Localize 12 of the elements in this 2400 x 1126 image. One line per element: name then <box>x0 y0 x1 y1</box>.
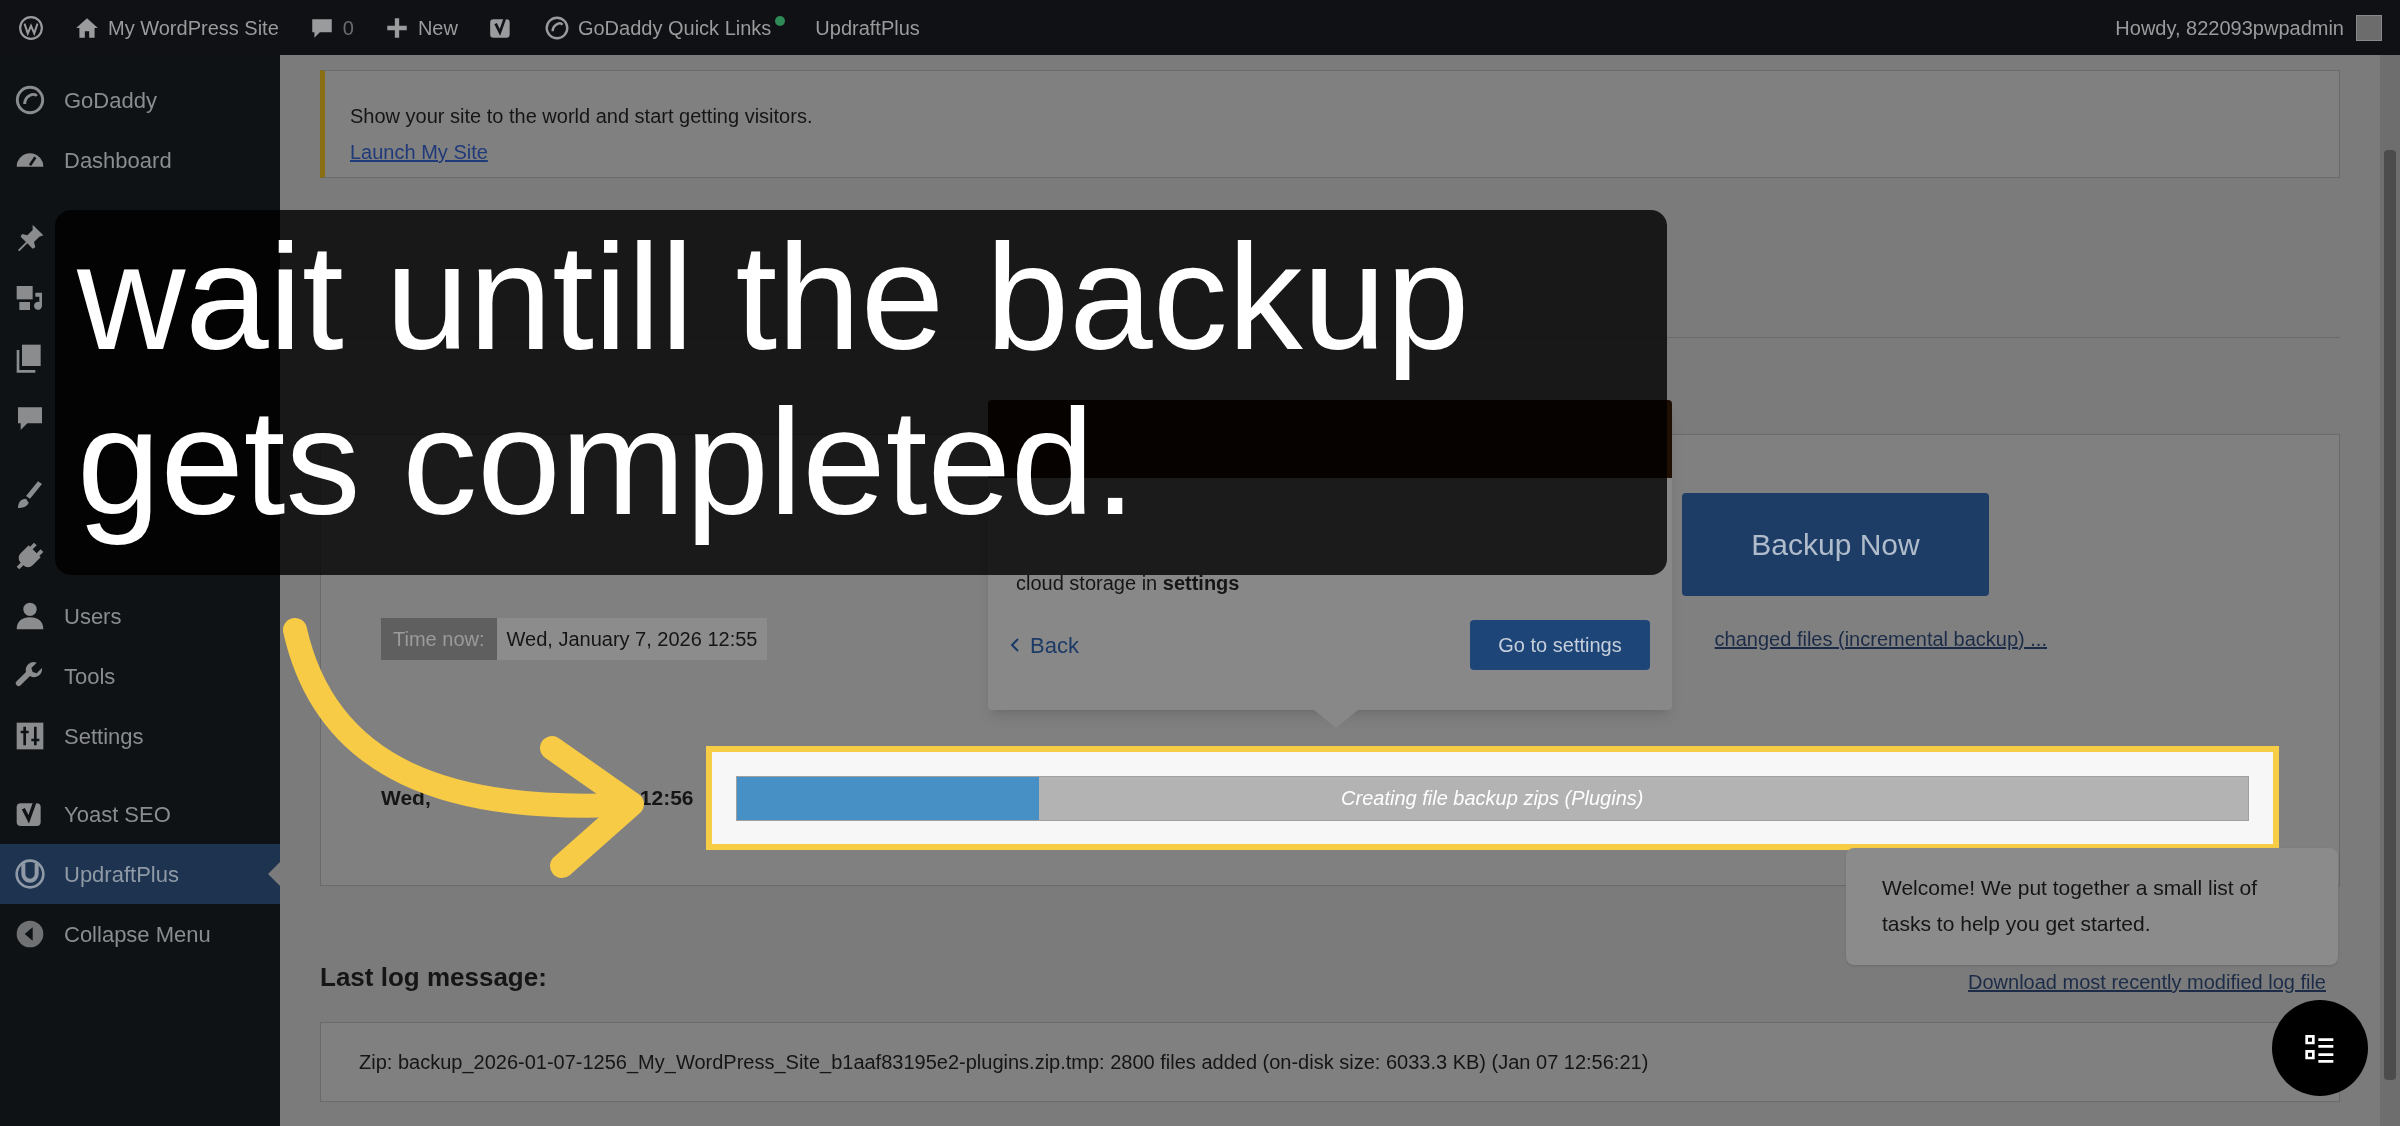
log-message: Zip: backup_2026-01-07-1256_My_WordPress_Site_b1aaf83195e2-plugins.zip.tmp: 2800 files added (on-disk size: 6033.3 KB) (Jan 07 12:56:21) <box>359 1050 1649 1076</box>
time-now-value: Wed, January 7, 2026 12:55 <box>496 618 768 660</box>
popup-text: cloud storage in settings <box>1016 571 1241 596</box>
notice-text: Show your site to the world and start getting visitors. <box>350 104 814 129</box>
caption-text: gets completed. <box>77 380 1136 545</box>
caption-text: wait untill the backup <box>77 215 1471 380</box>
running-date: 12:56 <box>639 785 694 812</box>
running-date: Wed, <box>381 785 431 812</box>
section-heading: Last log message: <box>320 961 547 994</box>
time-now-label: Time now: <box>381 618 497 660</box>
tooltip-text: Welcome! We put together a small list of tasks to help you get started. <box>1882 875 2259 937</box>
progress-label: Creating file backup zips (Plugins) <box>1341 786 1644 811</box>
